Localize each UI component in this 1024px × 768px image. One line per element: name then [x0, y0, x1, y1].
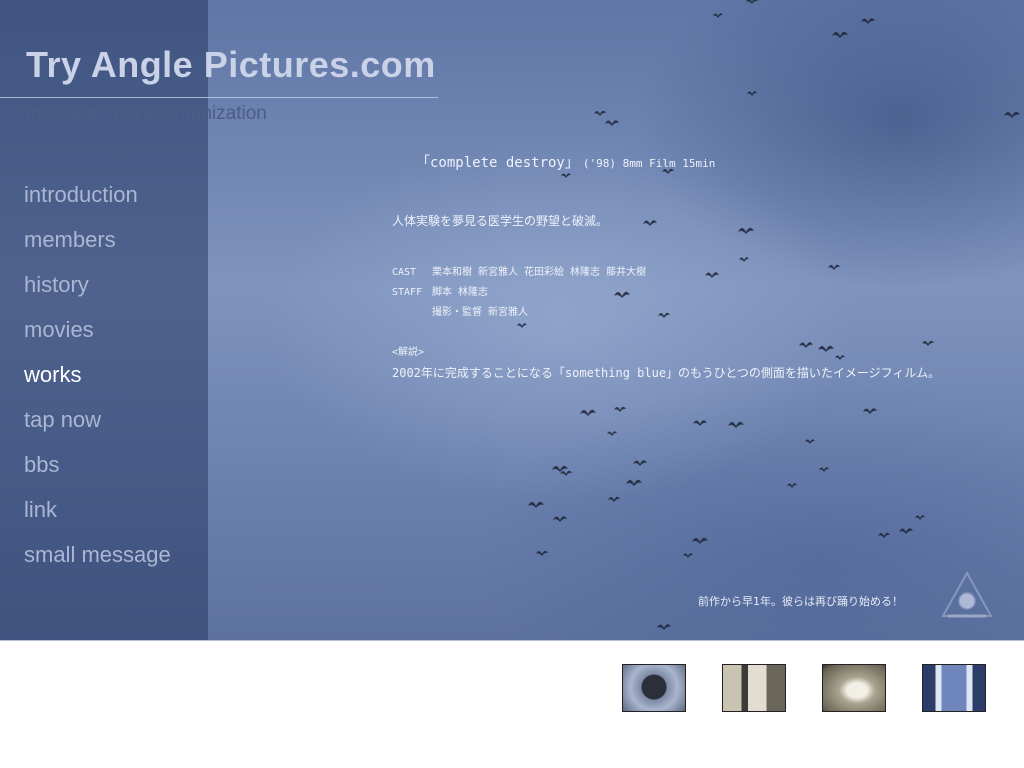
flying-bird-icon	[738, 227, 754, 234]
flying-bird-icon	[517, 323, 527, 328]
nav-item-introduction[interactable]: introduction	[24, 178, 171, 223]
film-tagline: 人体実験を夢見る医学生の野望と破滅。	[392, 214, 609, 228]
nav-item-history[interactable]: history	[24, 268, 171, 313]
thumbnail-2[interactable]	[722, 664, 786, 712]
flying-bird-icon	[528, 501, 544, 508]
flying-bird-icon	[705, 272, 719, 278]
flying-bird-icon	[594, 110, 606, 116]
flying-bird-icon	[658, 312, 670, 318]
flying-bird-icon	[899, 528, 913, 534]
nav-item-bbs[interactable]: bbs	[24, 448, 171, 493]
nav-item-link[interactable]: link	[24, 493, 171, 538]
thumbnail-image	[923, 665, 985, 711]
flying-bird-icon	[828, 264, 840, 270]
staff-writer: 脚本 林隆志	[432, 287, 489, 298]
flying-bird-icon	[835, 355, 845, 360]
flying-bird-icon	[747, 91, 757, 96]
flying-bird-icon	[643, 220, 657, 226]
cast-credits: CAST 栗本和樹 新宮雅人 花田彩絵 林隆志 藤井大樹	[392, 263, 646, 278]
flying-bird-icon	[607, 431, 617, 436]
flying-bird-icon	[1004, 111, 1020, 118]
flying-bird-icon	[693, 420, 707, 426]
flying-bird-icon	[683, 553, 693, 558]
film-title: 「complete destroy」	[416, 155, 579, 171]
flying-bird-icon	[552, 465, 568, 472]
flying-bird-icon	[863, 408, 877, 414]
hero-background: Try Angle Pictures.com message movie org…	[0, 0, 1024, 640]
nav-item-works[interactable]: works	[24, 358, 171, 403]
flying-bird-icon	[614, 406, 626, 412]
film-heading: 「complete destroy」 ('98) 8mm Film 15min	[416, 152, 715, 172]
flying-bird-icon	[819, 467, 829, 472]
flying-bird-icon	[713, 13, 723, 18]
thumbnail-image	[823, 665, 885, 711]
flying-bird-icon	[605, 120, 619, 126]
flying-bird-icon	[787, 483, 797, 488]
flying-bird-icon	[922, 340, 934, 346]
flying-bird-icon	[878, 532, 890, 538]
flying-bird-icon	[614, 291, 630, 298]
site-title[interactable]: Try Angle Pictures.com	[26, 44, 436, 86]
triangle-circle-logo-icon	[941, 570, 993, 618]
flying-bird-icon	[832, 31, 848, 38]
flying-bird-icon	[561, 173, 571, 178]
flying-bird-icon	[626, 479, 642, 486]
flying-bird-icon	[861, 18, 875, 24]
flying-bird-icon	[536, 550, 548, 556]
title-divider	[0, 97, 438, 98]
staff-credits: STAFF 脚本 林隆志	[392, 283, 488, 298]
cast-names: 栗本和樹 新宮雅人 花田彩絵 林隆志 藤井大樹	[432, 267, 647, 278]
flying-bird-icon	[799, 342, 813, 348]
film-meta: ('98) 8mm Film 15min	[582, 157, 716, 170]
flying-bird-icon	[608, 496, 620, 502]
nav-item-movies[interactable]: movies	[24, 313, 171, 358]
flying-bird-icon	[728, 421, 744, 428]
flying-bird-icon	[560, 470, 572, 476]
flying-bird-icon	[739, 257, 749, 262]
flying-bird-icon	[657, 624, 671, 630]
cast-label: CAST	[392, 267, 417, 278]
flying-bird-icon	[580, 409, 596, 416]
flying-bird-icon	[553, 516, 567, 522]
site-subtitle: message movie organization	[25, 103, 267, 124]
thumbnail-3[interactable]	[822, 664, 886, 712]
thumbnail-image	[723, 665, 785, 711]
flying-bird-icon	[915, 515, 925, 520]
staff-director: 撮影・監督 新宮雅人	[432, 307, 529, 318]
thumbnail-image	[623, 665, 685, 711]
thumbnail-4[interactable]	[922, 664, 986, 712]
description-text: 2002年に完成することになる「something blue」のもうひとつの側面…	[392, 366, 941, 380]
flying-bird-icon	[633, 460, 647, 466]
nav-item-tap-now[interactable]: tap now	[24, 403, 171, 448]
nav-item-members[interactable]: members	[24, 223, 171, 268]
footer-divider	[0, 640, 1024, 641]
description-label: <解説>	[392, 347, 425, 358]
flying-bird-icon	[818, 345, 834, 352]
footnote-message: 前作から早1年。彼らは再び踊り始める！	[698, 595, 903, 608]
flying-bird-icon	[805, 439, 815, 444]
main-nav: introduction members history movies work…	[24, 178, 171, 583]
staff-credits-2: 撮影・監督 新宮雅人	[392, 303, 528, 318]
nav-item-small-message[interactable]: small message	[24, 538, 171, 583]
flying-bird-icon	[692, 537, 708, 544]
flying-bird-icon	[746, 0, 758, 4]
staff-label: STAFF	[392, 287, 423, 298]
thumbnail-1[interactable]	[622, 664, 686, 712]
